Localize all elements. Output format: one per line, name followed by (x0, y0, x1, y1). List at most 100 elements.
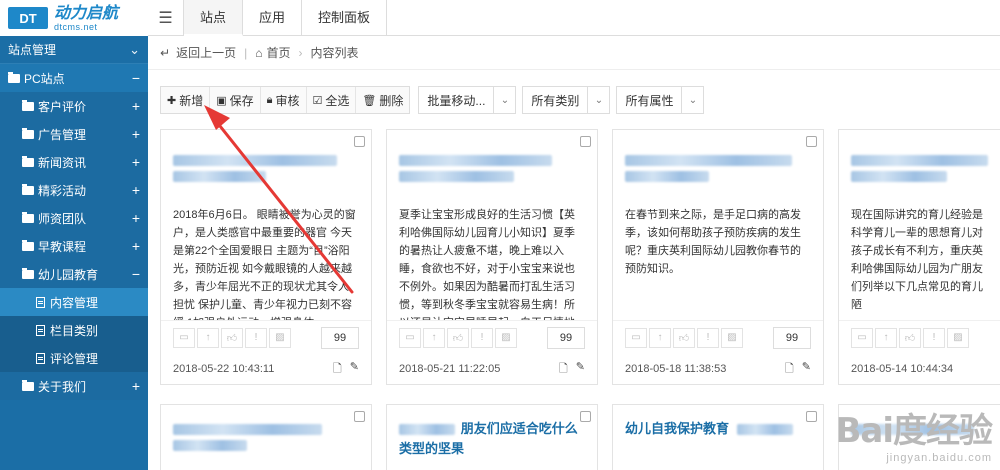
hamburger-menu-icon[interactable]: ☰ (148, 0, 184, 36)
sidebar-section-site-manage[interactable]: 站点管理 ⌄ (0, 36, 148, 64)
card-checkbox[interactable] (806, 411, 817, 422)
hot-icon[interactable]: ! (245, 327, 267, 348)
expand-icon[interactable]: + (132, 378, 140, 394)
expand-icon[interactable]: + (132, 182, 140, 198)
folder-icon (22, 239, 34, 251)
card-title[interactable]: 幼儿自我保护教育 (613, 405, 823, 465)
attribute-filter-dropdown[interactable]: 所有属性 ⌄ (616, 86, 705, 114)
sidebar-item-kindergarten[interactable]: 幼儿园教育 − (0, 260, 148, 288)
card-title-blurred[interactable] (613, 130, 823, 206)
card-checkbox[interactable] (580, 136, 591, 147)
content-card[interactable]: 2018年6月6日。 眼睛被誉为心灵的窗户，是人类感官中最重要的器官 今天是第2… (160, 129, 372, 385)
edit-icon[interactable]: ✎ (802, 360, 811, 379)
document-icon[interactable]: 🗋︎ (559, 360, 568, 379)
comment-icon[interactable]: ▭ (173, 327, 195, 348)
card-checkbox[interactable] (354, 136, 365, 147)
sidebar-subitem-content-manage[interactable]: 内容管理 (0, 288, 148, 316)
document-icon[interactable]: 🗋︎ (785, 360, 794, 379)
top-icon[interactable]: ↑ (423, 327, 445, 348)
card-title-blurred[interactable] (839, 130, 1000, 206)
topnav-site[interactable]: 站点 (184, 0, 244, 36)
sidebar-item-about-us[interactable]: 关于我们 + (0, 372, 148, 400)
back-link[interactable]: 返回上一页 (176, 44, 236, 61)
save-button[interactable]: ▣ 保存 (210, 87, 261, 113)
logo[interactable]: DT 动力启航 dtcms.net (0, 0, 148, 36)
image-icon[interactable]: ▨ (495, 327, 517, 348)
comment-icon[interactable]: ▭ (851, 327, 873, 348)
category-filter-dropdown[interactable]: 所有类别 ⌄ (522, 86, 611, 114)
top-icon[interactable]: ↑ (875, 327, 897, 348)
sidebar-group-pc-site[interactable]: PC站点 − (0, 64, 148, 92)
chevron-down-icon: ⌄ (681, 87, 703, 113)
expand-icon[interactable]: + (132, 126, 140, 142)
card-title-blurred[interactable] (161, 130, 371, 206)
expand-icon[interactable]: + (132, 98, 140, 114)
card-checkbox[interactable] (354, 411, 365, 422)
comment-icon[interactable]: ▭ (625, 327, 647, 348)
sidebar-item-label: 客户评价 (38, 99, 87, 114)
recommend-icon[interactable]: 👍︎ (673, 327, 695, 348)
toolbar: ✚ 新增 ▣ 保存 🔒︎ 审核 ☑ 全选 🗑︎ 删除 批量移动... ⌄ 所有类别 ⌄ 所… (160, 86, 705, 114)
expand-icon[interactable]: + (132, 210, 140, 226)
sidebar-item-label: 师资团队 (38, 211, 87, 226)
edit-icon[interactable]: ✎ (350, 360, 359, 379)
comment-icon[interactable]: ▭ (399, 327, 421, 348)
sort-order-input[interactable]: 99 (321, 326, 359, 349)
image-icon[interactable]: ▨ (721, 327, 743, 348)
sidebar-item-teachers[interactable]: 师资团队 + (0, 204, 148, 232)
sidebar-subitem-comments[interactable]: 评论管理 (0, 344, 148, 372)
batch-move-dropdown[interactable]: 批量移动... ⌄ (418, 86, 517, 114)
topnav-apps[interactable]: 应用 (243, 0, 303, 36)
watermark-logo: Bai度经验 (835, 411, 993, 451)
sidebar-item-label: 早教课程 (38, 239, 87, 254)
content-card[interactable]: 幼儿自我保护教育 (612, 404, 824, 470)
sidebar-item-ads[interactable]: 广告管理 + (0, 120, 148, 148)
sidebar-item-customer-reviews[interactable]: 客户评价 + (0, 92, 148, 120)
card-title-blurred[interactable] (161, 405, 371, 465)
content-card[interactable] (160, 404, 372, 470)
content-card[interactable]: 现在国际讲究的育儿经验是科学育儿一辈的思想育儿对孩子成长有不利方，重庆英利哈佛国… (838, 129, 1000, 385)
top-icon[interactable]: ↑ (197, 327, 219, 348)
recommend-icon[interactable]: 👍︎ (899, 327, 921, 348)
back-icon[interactable]: ↵ (160, 46, 170, 60)
card-title[interactable]: 朋友们应适合吃什么类型的坚果 (387, 405, 597, 465)
expand-icon[interactable]: + (132, 238, 140, 254)
sidebar-item-news[interactable]: 新闻资讯 + (0, 148, 148, 176)
top-icon[interactable]: ↑ (649, 327, 671, 348)
home-link[interactable]: 首页 (266, 44, 290, 61)
collapse-icon[interactable]: − (132, 70, 140, 86)
image-icon[interactable]: ▨ (947, 327, 969, 348)
image-icon[interactable]: ▨ (269, 327, 291, 348)
sort-order-input[interactable]: 99 (773, 326, 811, 349)
expand-icon[interactable]: + (132, 154, 140, 170)
content-card[interactable]: 夏季让宝宝形成良好的生活习惯【英利哈佛国际幼儿园育儿小知识】夏季的暑热让人疲惫不… (386, 129, 598, 385)
card-summary: 现在国际讲究的育儿经验是科学育儿一辈的思想育儿对孩子成长有不利方，重庆英利哈佛国… (851, 209, 983, 311)
add-button[interactable]: ✚ 新增 (161, 87, 211, 113)
content-card[interactable]: 在春节到来之际，是手足口病的高发季，该如何帮助孩子预防疾病的发生呢？重庆英利国际… (612, 129, 824, 385)
hot-icon[interactable]: ! (471, 327, 493, 348)
recommend-icon[interactable]: 👍︎ (221, 327, 243, 348)
collapse-icon[interactable]: − (132, 266, 140, 282)
delete-button[interactable]: 🗑︎ 删除 (356, 87, 409, 113)
attribute-filter-label: 所有属性 (625, 93, 674, 108)
sidebar-subitem-categories[interactable]: 栏目类别 (0, 316, 148, 344)
sidebar-item-label: 栏目类别 (50, 323, 99, 338)
card-title-blurred[interactable] (387, 130, 597, 206)
audit-button[interactable]: 🔒︎ 审核 (261, 87, 307, 113)
sidebar-item-early-courses[interactable]: 早教课程 + (0, 232, 148, 260)
topnav-control-panel[interactable]: 控制面板 (302, 0, 388, 36)
sidebar-item-events[interactable]: 精彩活动 + (0, 176, 148, 204)
select-all-button[interactable]: ☑ 全选 (307, 87, 357, 113)
recommend-icon[interactable]: 👍︎ (447, 327, 469, 348)
sort-order-input[interactable]: 99 (547, 326, 585, 349)
document-icon[interactable]: 🗋︎ (333, 360, 342, 379)
card-checkbox[interactable] (580, 411, 591, 422)
plus-icon: ✚ (167, 94, 177, 107)
logo-badge: DT (8, 7, 48, 29)
hot-icon[interactable]: ! (923, 327, 945, 348)
card-checkbox[interactable] (806, 136, 817, 147)
hot-icon[interactable]: ! (697, 327, 719, 348)
sidebar-item-label: 内容管理 (50, 295, 99, 310)
content-card[interactable]: 朋友们应适合吃什么类型的坚果 (386, 404, 598, 470)
edit-icon[interactable]: ✎ (576, 360, 585, 379)
